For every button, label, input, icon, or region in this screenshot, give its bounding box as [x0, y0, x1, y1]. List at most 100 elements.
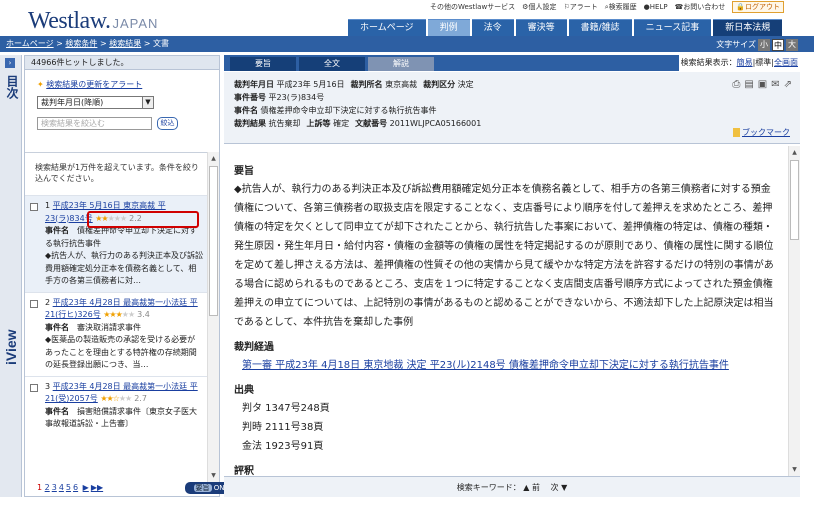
font-size-label: 文字サイズ: [716, 40, 756, 49]
highlight-box: [87, 211, 199, 228]
hit-count: 44966件ヒットしました。: [25, 56, 219, 70]
source-item: 判タ 1347号248頁: [242, 403, 330, 414]
nav-home[interactable]: ホームページ: [348, 19, 426, 36]
save-icon[interactable]: ▣: [758, 78, 767, 91]
crumb-home[interactable]: ホームページ: [6, 39, 54, 48]
nav-decisions[interactable]: 審決等: [515, 19, 567, 36]
rating-stars: ★★☆★★: [100, 394, 132, 403]
page-link[interactable]: 5: [66, 483, 71, 492]
case-metadata: 裁判年月日 平成23年 5月16日 裁判所名 東京高裁 裁判区分 決定 事件番号 平…: [224, 72, 800, 144]
item-checkbox[interactable]: [30, 203, 38, 211]
item-checkbox[interactable]: [30, 299, 38, 308]
logout-button[interactable]: 🔒ログアウト: [732, 1, 785, 13]
sort-select[interactable]: 裁判年月日(降順) ▼: [37, 96, 154, 109]
rating-stars: ★★★★★: [103, 310, 135, 319]
print-icon[interactable]: ⎙: [732, 78, 740, 91]
nav-laws[interactable]: 法令: [471, 19, 514, 36]
crumb-document: 文書: [153, 39, 169, 48]
font-size-large[interactable]: 大: [786, 39, 798, 51]
bookmark-icon: [733, 128, 740, 137]
tab-summary[interactable]: 要旨: [230, 57, 296, 71]
star-icon: ✦: [37, 80, 44, 89]
summary-text: ◆抗告人が、執行力のある判決正本及び訴訟費用額確定処分正本を債務名義として、相手…: [234, 184, 774, 328]
scroll-up-icon[interactable]: ▲: [789, 147, 800, 158]
page-link[interactable]: 2: [45, 483, 50, 492]
list-item[interactable]: 3 平成23年 4月28日 最高裁第一小法廷 平21(受)2057号 ★★☆★★…: [25, 375, 209, 435]
utility-links: その他のWestlawサービス ⚙個人設定 ⚐アラート ⌕検索履歴 ●HELP …: [430, 1, 806, 13]
main-nav: ホームページ 判例 法令 審決等 書籍/雑誌 ニュース記事 新日本法規: [348, 19, 783, 36]
crumb-conditions[interactable]: 検索条件: [65, 39, 97, 48]
util-help[interactable]: ●HELP: [644, 3, 668, 11]
util-history[interactable]: ⌕検索履歴: [605, 2, 637, 12]
util-other-services[interactable]: その他のWestlawサービス: [430, 2, 515, 12]
display-mode: 検索結果表示：簡易|標準|全画面: [678, 55, 800, 71]
page-link[interactable]: 3: [52, 483, 57, 492]
bookmark-link[interactable]: ブックマーク: [733, 126, 790, 139]
history-link[interactable]: 第一審 平成23年 4月18日 東京地裁 決定 平23(ル)2148号 債権差押…: [242, 360, 729, 371]
history-heading: 裁判経過: [234, 342, 274, 353]
tab-fulltext[interactable]: 全文: [299, 57, 365, 71]
font-size-control: 文字サイズ 小 中 大: [716, 37, 798, 53]
expand-icon[interactable]: ›: [5, 58, 15, 68]
westlaw-logo[interactable]: Westlaw. JAPAN: [28, 8, 158, 35]
app: Westlaw. JAPAN その他のWestlawサービス ⚙個人設定 ⚐アラー…: [0, 0, 814, 512]
list-item[interactable]: 1 平成23年 5月16日 東京高裁 平23(ラ)834号 ★★★★★ 2.2 事…: [25, 195, 209, 292]
next-page-icon[interactable]: ▶: [83, 483, 89, 492]
document-tabbar: 要旨 全文 解説 検索結果表示：簡易|標準|全画面: [224, 55, 800, 71]
lock-icon: 🔒: [736, 3, 746, 11]
util-settings[interactable]: ⚙個人設定: [522, 2, 556, 12]
nav-cases[interactable]: 判例: [427, 19, 470, 36]
doc-tools: ⎙ ▤ ▣ ✉ ⇗: [732, 78, 792, 91]
result-panel: 44966件ヒットしました。 ✦ 検索結果の更新をアラート 裁判年月日(降順) ▼…: [24, 55, 233, 497]
util-contact[interactable]: ☎お問い合わせ: [675, 2, 726, 12]
page-link[interactable]: 6: [73, 483, 78, 492]
nav-news[interactable]: ニュース記事: [633, 19, 712, 36]
toc-label[interactable]: 目次: [4, 75, 21, 99]
scroll-down-icon[interactable]: ▼: [789, 464, 800, 475]
item-checkbox[interactable]: [30, 383, 38, 392]
keyword-next[interactable]: 次 ▼: [551, 483, 568, 492]
pager: 1 23456 ▶ ▶▶: [37, 483, 105, 492]
page-link[interactable]: 4: [59, 483, 64, 492]
narrow-input[interactable]: 検索結果を絞込む: [37, 117, 152, 130]
print-list-icon[interactable]: ▤: [744, 78, 753, 91]
scroll-up-icon[interactable]: ▲: [208, 153, 219, 164]
page-current: 1: [37, 483, 43, 492]
disp-simple[interactable]: 簡易: [737, 58, 753, 67]
breadcrumb: ホームページ > 検索条件 > 検索結果 > 文書 文字サイズ 小 中 大: [0, 36, 814, 52]
scroll-thumb[interactable]: [209, 166, 218, 316]
side-panel-tab: › 目次 iView: [0, 55, 22, 497]
document-body: 要旨 ◆抗告人が、執行力のある判決正本及び訴訟費用額確定処分正本を債務名義として…: [224, 146, 788, 476]
result-note: 検索結果が1万件を超えています。条件を絞り込んでください。: [35, 163, 199, 183]
source-item: 判時 2111号38頁: [242, 422, 324, 433]
chevron-down-icon: ▼: [142, 97, 153, 108]
review-heading: 評釈: [234, 466, 254, 476]
document-scrollbar[interactable]: ▲ ▼: [788, 146, 800, 476]
last-page-icon[interactable]: ▶▶: [91, 483, 103, 492]
scroll-down-icon[interactable]: ▼: [208, 470, 219, 481]
result-scrollbar[interactable]: ▲ ▼: [207, 152, 219, 482]
source-heading: 出典: [234, 385, 254, 396]
phone-icon: ☎: [674, 3, 684, 11]
mail-icon[interactable]: ✉: [771, 78, 779, 91]
font-size-small[interactable]: 小: [758, 39, 770, 51]
source-item: 金法 1923号91頁: [242, 441, 324, 452]
narrow-button[interactable]: 絞込: [157, 117, 178, 130]
tab-commentary[interactable]: 解説: [368, 57, 434, 71]
util-alert[interactable]: ⚐アラート: [563, 2, 597, 12]
keyword-prev[interactable]: ▲ 前: [523, 483, 540, 492]
nav-shinnippon[interactable]: 新日本法規: [713, 19, 783, 36]
disp-full[interactable]: 全画面: [774, 58, 798, 67]
disp-standard[interactable]: 標準: [755, 58, 771, 67]
iview-label[interactable]: iView: [3, 329, 19, 365]
keyword-nav: 検索キーワード： ▲ 前 次 ▼: [224, 476, 800, 497]
nav-books[interactable]: 書籍/雑誌: [568, 19, 632, 36]
alert-link[interactable]: ✦ 検索結果の更新をアラート: [37, 79, 142, 90]
popout-icon[interactable]: ⇗: [784, 78, 792, 91]
crumb-results[interactable]: 検索結果: [109, 39, 141, 48]
logo-main: Westlaw.: [28, 8, 111, 34]
logo-sub: JAPAN: [112, 16, 159, 31]
scroll-thumb[interactable]: [790, 160, 799, 240]
list-item[interactable]: 2 平成23年 4月28日 最高裁第一小法廷 平21(行ヒ)326号 ★★★★★…: [25, 291, 209, 376]
font-size-medium[interactable]: 中: [772, 39, 784, 51]
